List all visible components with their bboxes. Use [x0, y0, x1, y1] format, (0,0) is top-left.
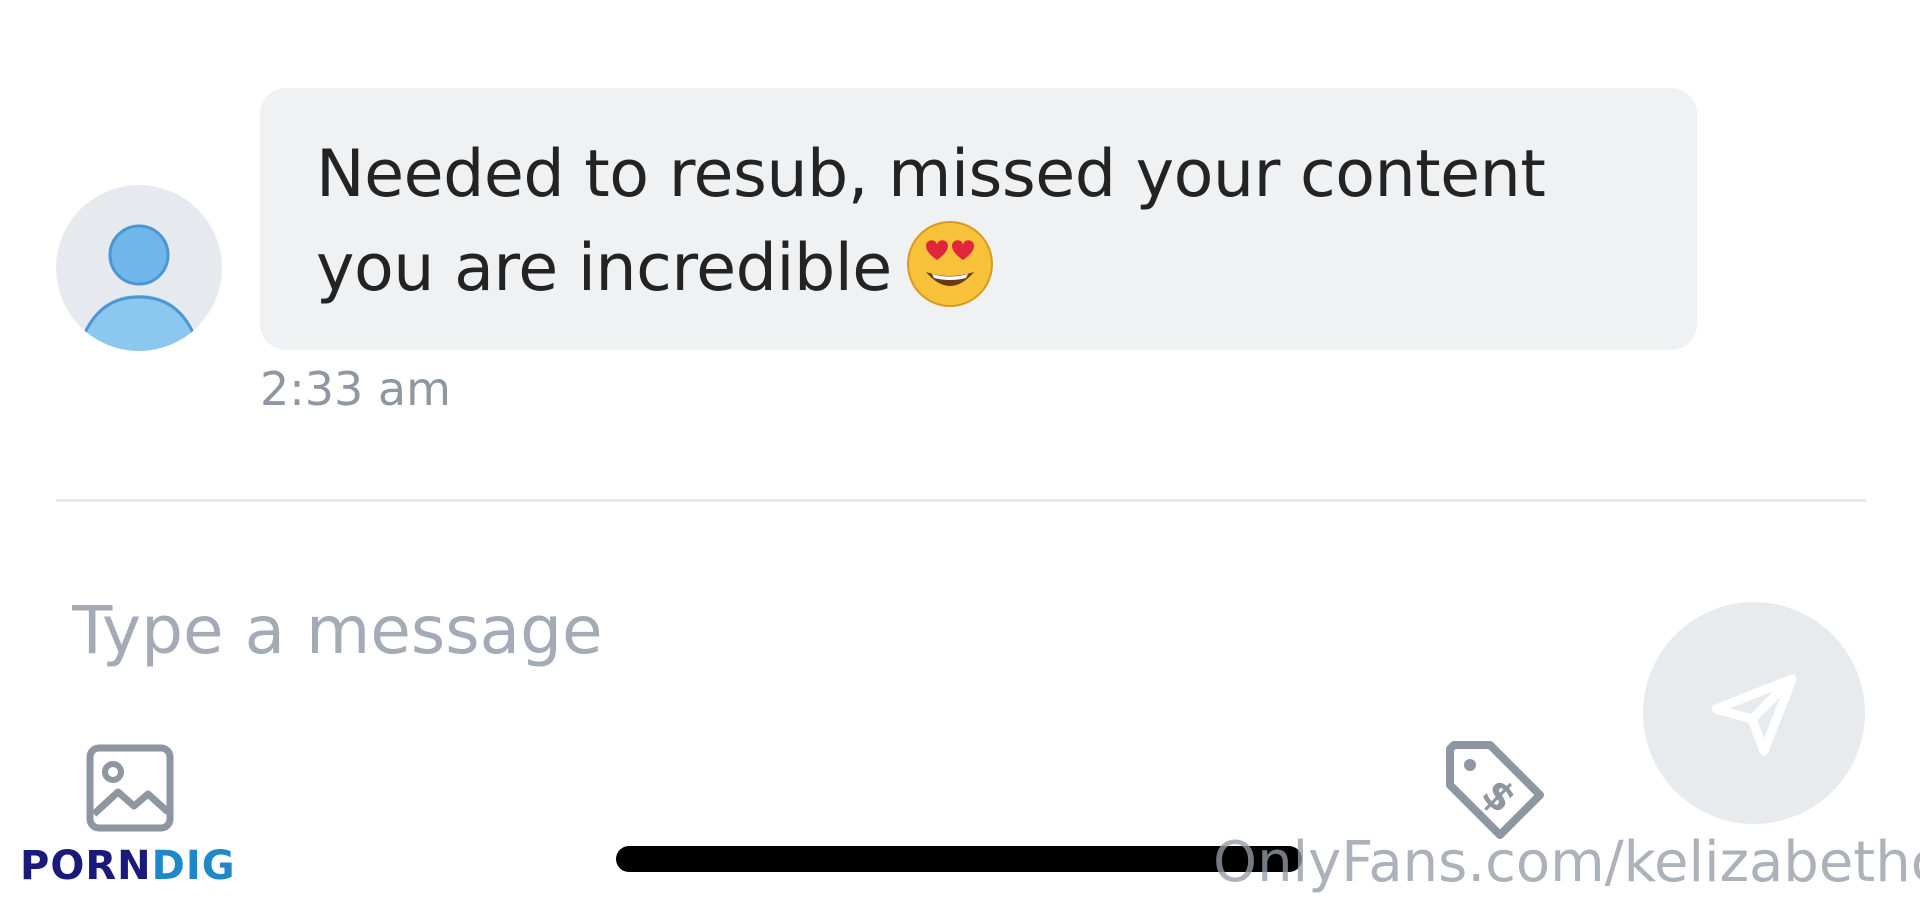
home-indicator[interactable]: [616, 846, 1302, 872]
heart-eyes-emoji-icon: [906, 220, 994, 308]
image-icon: [86, 744, 174, 832]
site-watermark: PORNDIG: [20, 843, 236, 889]
avatar[interactable]: [56, 185, 222, 351]
composer-divider: [56, 499, 1866, 502]
message-text: Needed to resub, missed your content you…: [316, 128, 1643, 316]
user-silhouette-icon: [81, 224, 197, 351]
message-timestamp: 2:33 am: [260, 362, 451, 416]
message-line-1: Needed to resub, missed your content: [316, 137, 1546, 212]
send-button[interactable]: [1643, 602, 1865, 824]
send-icon: [1711, 674, 1797, 756]
site-watermark-part-2: DIG: [151, 843, 236, 889]
message-line-2-row: you are incredible: [316, 220, 1643, 316]
message-line-2: you are incredible: [316, 231, 892, 306]
chat-screen: Needed to resub, missed your content you…: [0, 0, 1920, 906]
message-input[interactable]: [72, 580, 1572, 680]
site-watermark-part-1: PORN: [20, 843, 152, 889]
set-price-button[interactable]: $: [1440, 735, 1550, 845]
add-media-button[interactable]: [86, 744, 174, 832]
source-watermark: OnlyFans.com/kelizabethc: [1213, 830, 1920, 895]
price-tag-icon: $: [1446, 741, 1544, 839]
message-bubble[interactable]: Needed to resub, missed your content you…: [260, 88, 1697, 350]
